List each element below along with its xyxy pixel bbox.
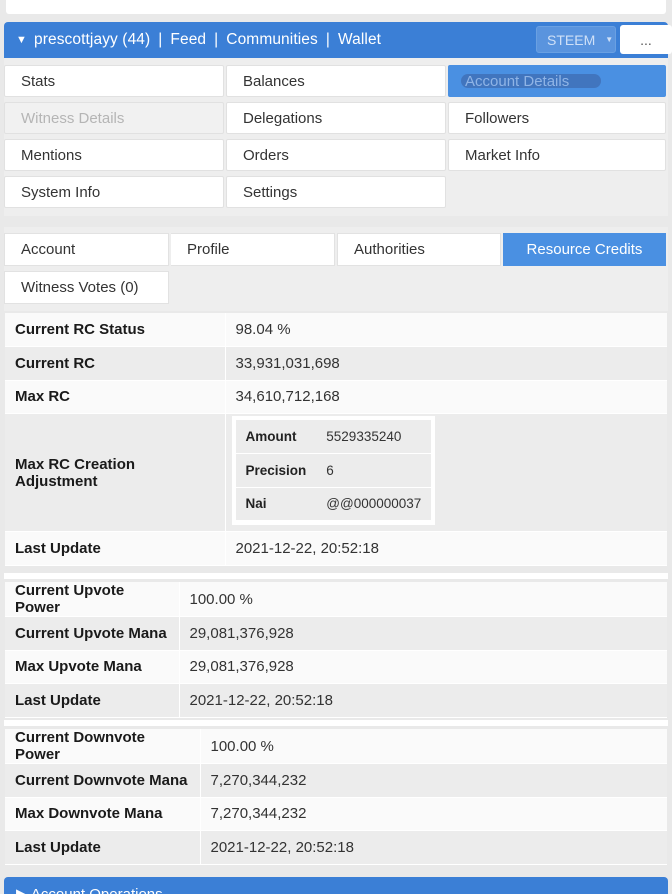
adjustment-table: Amount 5529335240 Precision 6 Nai @@0000… bbox=[235, 420, 432, 521]
table-row: Max RC Creation Adjustment Amount 552933… bbox=[5, 413, 667, 532]
account-menu: Stats Balances Account Details Witness D… bbox=[4, 58, 668, 216]
downvote-last-update-value: 2021-12-22, 20:52:18 bbox=[199, 830, 667, 865]
upvote-table: Current Upvote Power 100.00 % Current Up… bbox=[5, 582, 667, 718]
downvote-power-label: Current Downvote Power bbox=[5, 729, 200, 764]
caret-down-icon[interactable]: ▼ bbox=[16, 34, 28, 46]
menu-delegations[interactable]: Delegations bbox=[226, 102, 446, 134]
current-rc-value: 33,931,031,698 bbox=[224, 346, 667, 381]
navbar: ▼ prescottjayy (44) | Feed | Communities | Wal… bbox=[4, 22, 672, 58]
table-row: Last Update 2021-12-22, 20:52:18 bbox=[5, 830, 667, 865]
nav-user-link[interactable]: prescottjayy (44) bbox=[34, 31, 150, 48]
table-row: Max Downvote Mana 7,270,344,232 bbox=[5, 797, 667, 831]
top-strip bbox=[0, 0, 672, 22]
rc-status-label: Current RC Status bbox=[5, 313, 225, 347]
downvote-mana-value: 7,270,344,232 bbox=[199, 763, 667, 798]
downvote-last-update-label: Last Update bbox=[5, 830, 200, 865]
table-row: Current RC 33,931,031,698 bbox=[5, 346, 667, 381]
amount-value: 5529335240 bbox=[316, 420, 432, 454]
max-downvote-mana-label: Max Downvote Mana bbox=[5, 797, 200, 831]
network-select[interactable]: STEEM ▼ bbox=[536, 26, 616, 53]
table-row: Max RC 34,610,712,168 bbox=[5, 380, 667, 414]
nai-label: Nai bbox=[235, 487, 317, 521]
upvote-last-update-value: 2021-12-22, 20:52:18 bbox=[178, 683, 667, 718]
nai-value: @@000000037 bbox=[316, 487, 432, 521]
menu-account-details-label: Account Details bbox=[465, 72, 570, 90]
tab-profile[interactable]: Profile bbox=[171, 233, 335, 266]
upvote-power-value: 100.00 % bbox=[178, 582, 667, 617]
downvote-mana-label: Current Downvote Mana bbox=[5, 763, 200, 798]
rc-last-update-label: Last Update bbox=[5, 531, 225, 566]
max-downvote-mana-value: 7,270,344,232 bbox=[199, 797, 667, 831]
rc-last-update-value: 2021-12-22, 20:52:18 bbox=[224, 531, 667, 566]
table-row: Current Downvote Power 100.00 % bbox=[5, 729, 667, 764]
menu-stats[interactable]: Stats bbox=[4, 65, 224, 97]
menu-market-info[interactable]: Market Info bbox=[448, 139, 666, 171]
table-row: Amount 5529335240 bbox=[235, 420, 432, 454]
nav-wallet-link[interactable]: Wallet bbox=[338, 31, 381, 48]
table-row: Current Downvote Mana 7,270,344,232 bbox=[5, 763, 667, 798]
menu-settings[interactable]: Settings bbox=[226, 176, 446, 208]
table-row: Current Upvote Power 100.00 % bbox=[5, 582, 667, 617]
nav-communities-link[interactable]: Communities bbox=[226, 31, 318, 48]
precision-label: Precision bbox=[235, 453, 317, 488]
tab-resource-credits[interactable]: Resource Credits bbox=[503, 233, 666, 266]
menu-mentions[interactable]: Mentions bbox=[4, 139, 224, 171]
select-arrow-icon: ▼ bbox=[605, 35, 614, 44]
account-tabs: Account Profile Authorities Resource Cre… bbox=[4, 227, 668, 311]
menu-followers[interactable]: Followers bbox=[448, 102, 666, 134]
current-rc-label: Current RC bbox=[5, 346, 225, 381]
downvote-table: Current Downvote Power 100.00 % Current … bbox=[5, 729, 667, 865]
table-row: Max Upvote Mana 29,081,376,928 bbox=[5, 650, 667, 684]
nav-separator: | bbox=[158, 31, 163, 48]
section-divider bbox=[4, 720, 668, 726]
more-button[interactable]: ... bbox=[620, 25, 672, 54]
nav-separator: | bbox=[325, 31, 330, 48]
amount-label: Amount bbox=[235, 420, 317, 454]
table-row: Nai @@000000037 bbox=[235, 487, 432, 521]
downvote-power-value: 100.00 % bbox=[199, 729, 667, 764]
table-row: Current RC Status 98.04 % bbox=[5, 313, 667, 347]
table-row: Last Update 2021-12-22, 20:52:18 bbox=[5, 683, 667, 718]
upvote-mana-label: Current Upvote Mana bbox=[5, 616, 179, 651]
upvote-mana-value: 29,081,376,928 bbox=[178, 616, 667, 651]
tab-account[interactable]: Account bbox=[4, 233, 169, 266]
table-row: Precision 6 bbox=[235, 453, 432, 488]
precision-value: 6 bbox=[316, 453, 432, 488]
tab-authorities[interactable]: Authorities bbox=[337, 233, 501, 266]
menu-witness-details: Witness Details bbox=[4, 102, 224, 134]
max-upvote-mana-value: 29,081,376,928 bbox=[178, 650, 667, 684]
section-divider bbox=[4, 573, 668, 579]
rc-adjustment-value: Amount 5529335240 Precision 6 Nai @@0000… bbox=[224, 413, 667, 532]
upvote-last-update-label: Last Update bbox=[5, 683, 179, 718]
rc-status-value: 98.04 % bbox=[224, 313, 667, 347]
table-row: Last Update 2021-12-22, 20:52:18 bbox=[5, 531, 667, 566]
account-operations-label: Account Operations bbox=[31, 886, 163, 894]
network-select-value: STEEM bbox=[547, 31, 596, 48]
table-row: Current Upvote Mana 29,081,376,928 bbox=[5, 616, 667, 651]
account-operations-header[interactable]: ▶ Account Operations bbox=[4, 877, 668, 894]
nav-links: prescottjayy (44) | Feed | Communities | Walle… bbox=[34, 31, 381, 49]
max-upvote-mana-label: Max Upvote Mana bbox=[5, 650, 179, 684]
caret-right-icon: ▶ bbox=[16, 886, 28, 894]
adjustment-subtable: Amount 5529335240 Precision 6 Nai @@0000… bbox=[231, 416, 436, 525]
max-rc-value: 34,610,712,168 bbox=[224, 380, 667, 414]
nav-separator: | bbox=[214, 31, 219, 48]
nav-feed-link[interactable]: Feed bbox=[170, 31, 206, 48]
max-rc-label: Max RC bbox=[5, 380, 225, 414]
menu-balances[interactable]: Balances bbox=[226, 65, 446, 97]
rc-table: Current RC Status 98.04 % Current RC 33,… bbox=[5, 313, 667, 566]
menu-account-details[interactable]: Account Details bbox=[448, 65, 666, 97]
upvote-power-label: Current Upvote Power bbox=[5, 582, 179, 617]
rc-adjustment-label: Max RC Creation Adjustment bbox=[5, 413, 225, 532]
menu-orders[interactable]: Orders bbox=[226, 139, 446, 171]
menu-system-info[interactable]: System Info bbox=[4, 176, 224, 208]
tab-witness-votes[interactable]: Witness Votes (0) bbox=[4, 271, 169, 304]
top-card-edge bbox=[6, 0, 666, 14]
